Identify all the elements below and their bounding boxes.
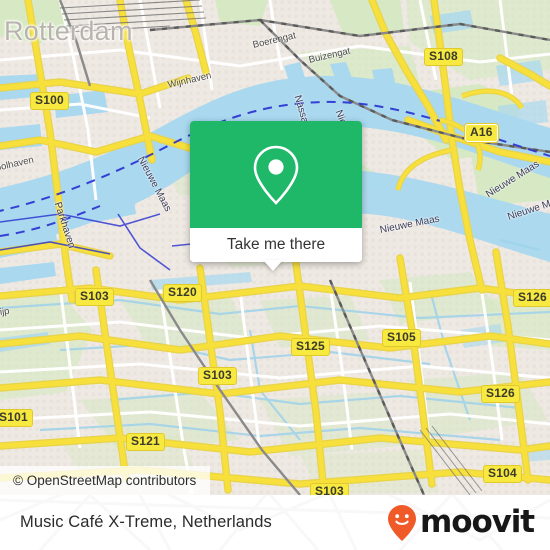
road-shield-s126: S126: [513, 289, 550, 308]
road-shield-s103: S103: [310, 483, 349, 495]
osm-attribution[interactable]: © OpenStreetMap contributors: [0, 466, 211, 495]
map-canvas[interactable]: Rotterdam Nieuwe Maas Nieuwe Maas Nieuwe M…: [0, 0, 550, 495]
place-title: Music Café X-Treme, Netherlands: [20, 513, 272, 531]
road-shield-s121: S121: [126, 433, 165, 452]
footer-bar: Music Café X-Treme, Netherlands moovit: [0, 495, 550, 550]
road-shield-s126: S126: [481, 385, 520, 404]
location-popup-card[interactable]: Take me there: [190, 121, 362, 262]
road-shield-s120: S120: [163, 284, 202, 303]
road-shield-s104: S104: [483, 465, 522, 484]
moovit-logo[interactable]: moovit: [387, 495, 535, 550]
road-shield-s103: S103: [75, 288, 114, 307]
road-shield-s108: S108: [424, 48, 463, 67]
road-shield-s125: S125: [291, 338, 330, 357]
moovit-pin-icon: [388, 504, 417, 541]
popup-pointer: [263, 260, 283, 271]
location-pin-icon: [253, 145, 299, 205]
road-shield-s105: S105: [382, 329, 421, 348]
take-me-there-button[interactable]: Take me there: [190, 228, 362, 262]
road-shield-a16: A16: [465, 124, 498, 143]
moovit-wordmark: moovit: [420, 504, 535, 540]
road-shield-s101: S101: [0, 409, 33, 428]
map-screenshot: Rotterdam Nieuwe Maas Nieuwe Maas Nieuwe M…: [0, 0, 550, 550]
road-shield-s100: S100: [30, 92, 69, 111]
road-shield-s103: S103: [198, 367, 237, 386]
popup-header: [190, 121, 362, 228]
